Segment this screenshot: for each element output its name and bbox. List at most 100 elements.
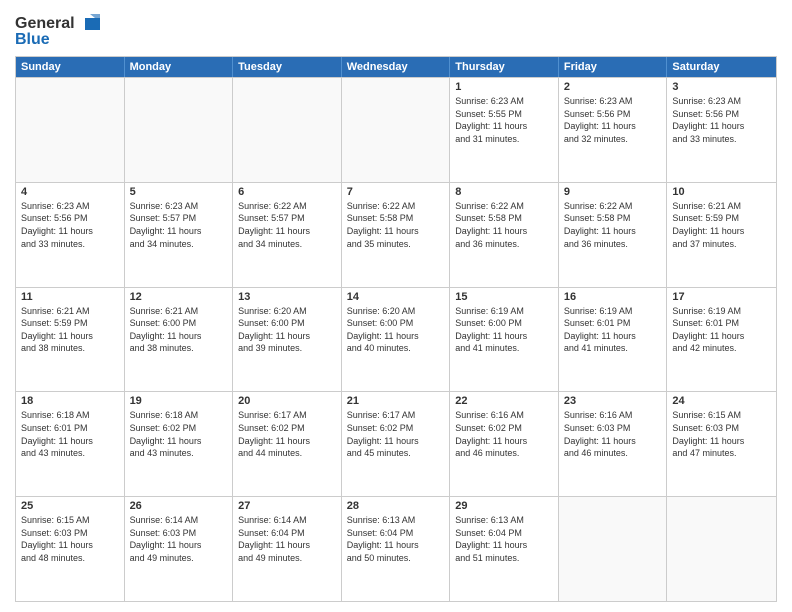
day-number: 4 [21, 186, 119, 198]
day-number: 2 [564, 81, 662, 93]
cal-cell: 26 Sunrise: 6:14 AM Sunset: 6:03 PM Dayli… [125, 497, 234, 601]
weekday-header-thursday: Thursday [450, 57, 559, 77]
day-number: 12 [130, 291, 228, 303]
cal-cell: 15 Sunrise: 6:19 AM Sunset: 6:00 PM Dayli… [450, 288, 559, 392]
day-number: 19 [130, 395, 228, 407]
weekday-header-sunday: Sunday [16, 57, 125, 77]
day-info: Sunrise: 6:18 AM Sunset: 6:01 PM Dayligh… [21, 409, 119, 459]
logo: General Blue [15, 10, 105, 48]
day-number: 9 [564, 186, 662, 198]
day-info: Sunrise: 6:23 AM Sunset: 5:56 PM Dayligh… [21, 200, 119, 250]
day-info: Sunrise: 6:16 AM Sunset: 6:02 PM Dayligh… [455, 409, 553, 459]
day-info: Sunrise: 6:14 AM Sunset: 6:04 PM Dayligh… [238, 514, 336, 564]
day-number: 28 [347, 500, 445, 512]
cal-cell: 2Sunrise: 6:23 AM Sunset: 5:56 PM Daylig… [559, 78, 668, 182]
cal-cell: 5Sunrise: 6:23 AM Sunset: 5:57 PM Daylig… [125, 183, 234, 287]
cal-cell [125, 78, 234, 182]
day-number: 29 [455, 500, 553, 512]
day-number: 22 [455, 395, 553, 407]
day-info: Sunrise: 6:13 AM Sunset: 6:04 PM Dayligh… [455, 514, 553, 564]
week-row-2: 11 Sunrise: 6:21 AM Sunset: 5:59 PM Dayli… [16, 287, 776, 392]
cal-cell: 25 Sunrise: 6:15 AM Sunset: 6:03 PM Dayli… [16, 497, 125, 601]
cal-cell: 4 Sunrise: 6:23 AM Sunset: 5:56 PM Daylig… [16, 183, 125, 287]
day-number: 23 [564, 395, 662, 407]
cal-cell [667, 497, 776, 601]
day-number: 21 [347, 395, 445, 407]
cal-cell: 20 Sunrise: 6:17 AM Sunset: 6:02 PM Dayli… [233, 392, 342, 496]
weekday-header-monday: Monday [125, 57, 234, 77]
cal-cell: 10 Sunrise: 6:21 AM Sunset: 5:59 PM Dayli… [667, 183, 776, 287]
day-number: 25 [21, 500, 119, 512]
day-number: 7 [347, 186, 445, 198]
cal-cell: 6Sunrise: 6:22 AM Sunset: 5:57 PM Daylig… [233, 183, 342, 287]
day-number: 15 [455, 291, 553, 303]
day-info: Sunrise: 6:23 AM Sunset: 5:57 PM Dayligh… [130, 200, 228, 250]
weekday-header-friday: Friday [559, 57, 668, 77]
day-info: Sunrise: 6:17 AM Sunset: 6:02 PM Dayligh… [238, 409, 336, 459]
svg-text:Blue: Blue [15, 31, 50, 48]
cal-cell: 23 Sunrise: 6:16 AM Sunset: 6:03 PM Dayli… [559, 392, 668, 496]
week-row-3: 18 Sunrise: 6:18 AM Sunset: 6:01 PM Dayli… [16, 391, 776, 496]
cal-cell: 13Sunrise: 6:20 AM Sunset: 6:00 PM Dayli… [233, 288, 342, 392]
cal-cell: 11 Sunrise: 6:21 AM Sunset: 5:59 PM Dayli… [16, 288, 125, 392]
calendar-header: SundayMondayTuesdayWednesdayThursdayFrid… [16, 57, 776, 77]
cal-cell: 14 Sunrise: 6:20 AM Sunset: 6:00 PM Dayli… [342, 288, 451, 392]
cal-cell [233, 78, 342, 182]
week-row-4: 25 Sunrise: 6:15 AM Sunset: 6:03 PM Dayli… [16, 496, 776, 601]
day-info: Sunrise: 6:18 AM Sunset: 6:02 PM Dayligh… [130, 409, 228, 459]
day-number: 11 [21, 291, 119, 303]
day-info: Sunrise: 6:19 AM Sunset: 6:00 PM Dayligh… [455, 305, 553, 355]
cal-cell: 1 Sunrise: 6:23 AM Sunset: 5:55 PM Daylig… [450, 78, 559, 182]
cal-cell: 18 Sunrise: 6:18 AM Sunset: 6:01 PM Dayli… [16, 392, 125, 496]
cal-cell: 19 Sunrise: 6:18 AM Sunset: 6:02 PM Dayli… [125, 392, 234, 496]
day-info: Sunrise: 6:20 AM Sunset: 6:00 PM Dayligh… [347, 305, 445, 355]
day-number: 16 [564, 291, 662, 303]
cal-cell: 7 Sunrise: 6:22 AM Sunset: 5:58 PM Daylig… [342, 183, 451, 287]
day-info: Sunrise: 6:22 AM Sunset: 5:58 PM Dayligh… [455, 200, 553, 250]
day-info: Sunrise: 6:13 AM Sunset: 6:04 PM Dayligh… [347, 514, 445, 564]
cal-cell [16, 78, 125, 182]
day-number: 1 [455, 81, 553, 93]
day-number: 27 [238, 500, 336, 512]
day-number: 26 [130, 500, 228, 512]
cal-cell: 8Sunrise: 6:22 AM Sunset: 5:58 PM Daylig… [450, 183, 559, 287]
svg-text:General: General [15, 15, 75, 32]
day-info: Sunrise: 6:14 AM Sunset: 6:03 PM Dayligh… [130, 514, 228, 564]
day-info: Sunrise: 6:19 AM Sunset: 6:01 PM Dayligh… [564, 305, 662, 355]
weekday-header-saturday: Saturday [667, 57, 776, 77]
day-info: Sunrise: 6:22 AM Sunset: 5:58 PM Dayligh… [347, 200, 445, 250]
cal-cell: 27 Sunrise: 6:14 AM Sunset: 6:04 PM Dayli… [233, 497, 342, 601]
cal-cell [559, 497, 668, 601]
day-number: 13 [238, 291, 336, 303]
day-info: Sunrise: 6:16 AM Sunset: 6:03 PM Dayligh… [564, 409, 662, 459]
day-info: Sunrise: 6:15 AM Sunset: 6:03 PM Dayligh… [21, 514, 119, 564]
logo-icon: General Blue [15, 10, 105, 48]
week-row-0: 1 Sunrise: 6:23 AM Sunset: 5:55 PM Daylig… [16, 77, 776, 182]
day-info: Sunrise: 6:21 AM Sunset: 6:00 PM Dayligh… [130, 305, 228, 355]
day-info: Sunrise: 6:21 AM Sunset: 5:59 PM Dayligh… [21, 305, 119, 355]
cal-cell: 9Sunrise: 6:22 AM Sunset: 5:58 PM Daylig… [559, 183, 668, 287]
day-info: Sunrise: 6:19 AM Sunset: 6:01 PM Dayligh… [672, 305, 771, 355]
day-info: Sunrise: 6:22 AM Sunset: 5:57 PM Dayligh… [238, 200, 336, 250]
day-number: 20 [238, 395, 336, 407]
day-number: 10 [672, 186, 771, 198]
day-number: 3 [672, 81, 771, 93]
day-info: Sunrise: 6:17 AM Sunset: 6:02 PM Dayligh… [347, 409, 445, 459]
day-number: 14 [347, 291, 445, 303]
day-info: Sunrise: 6:23 AM Sunset: 5:56 PM Dayligh… [672, 95, 771, 145]
calendar: SundayMondayTuesdayWednesdayThursdayFrid… [15, 56, 777, 602]
calendar-body: 1 Sunrise: 6:23 AM Sunset: 5:55 PM Daylig… [16, 77, 776, 601]
cal-cell: 12 Sunrise: 6:21 AM Sunset: 6:00 PM Dayli… [125, 288, 234, 392]
cal-cell [342, 78, 451, 182]
cal-cell: 3 Sunrise: 6:23 AM Sunset: 5:56 PM Daylig… [667, 78, 776, 182]
day-info: Sunrise: 6:21 AM Sunset: 5:59 PM Dayligh… [672, 200, 771, 250]
cal-cell: 16 Sunrise: 6:19 AM Sunset: 6:01 PM Dayli… [559, 288, 668, 392]
cal-cell: 22 Sunrise: 6:16 AM Sunset: 6:02 PM Dayli… [450, 392, 559, 496]
week-row-1: 4 Sunrise: 6:23 AM Sunset: 5:56 PM Daylig… [16, 182, 776, 287]
day-info: Sunrise: 6:23 AM Sunset: 5:55 PM Dayligh… [455, 95, 553, 145]
day-number: 18 [21, 395, 119, 407]
day-number: 24 [672, 395, 771, 407]
cal-cell: 17Sunrise: 6:19 AM Sunset: 6:01 PM Dayli… [667, 288, 776, 392]
cal-cell: 24Sunrise: 6:15 AM Sunset: 6:03 PM Dayli… [667, 392, 776, 496]
page: General Blue SundayMondayTuesdayWednesda… [0, 0, 792, 612]
